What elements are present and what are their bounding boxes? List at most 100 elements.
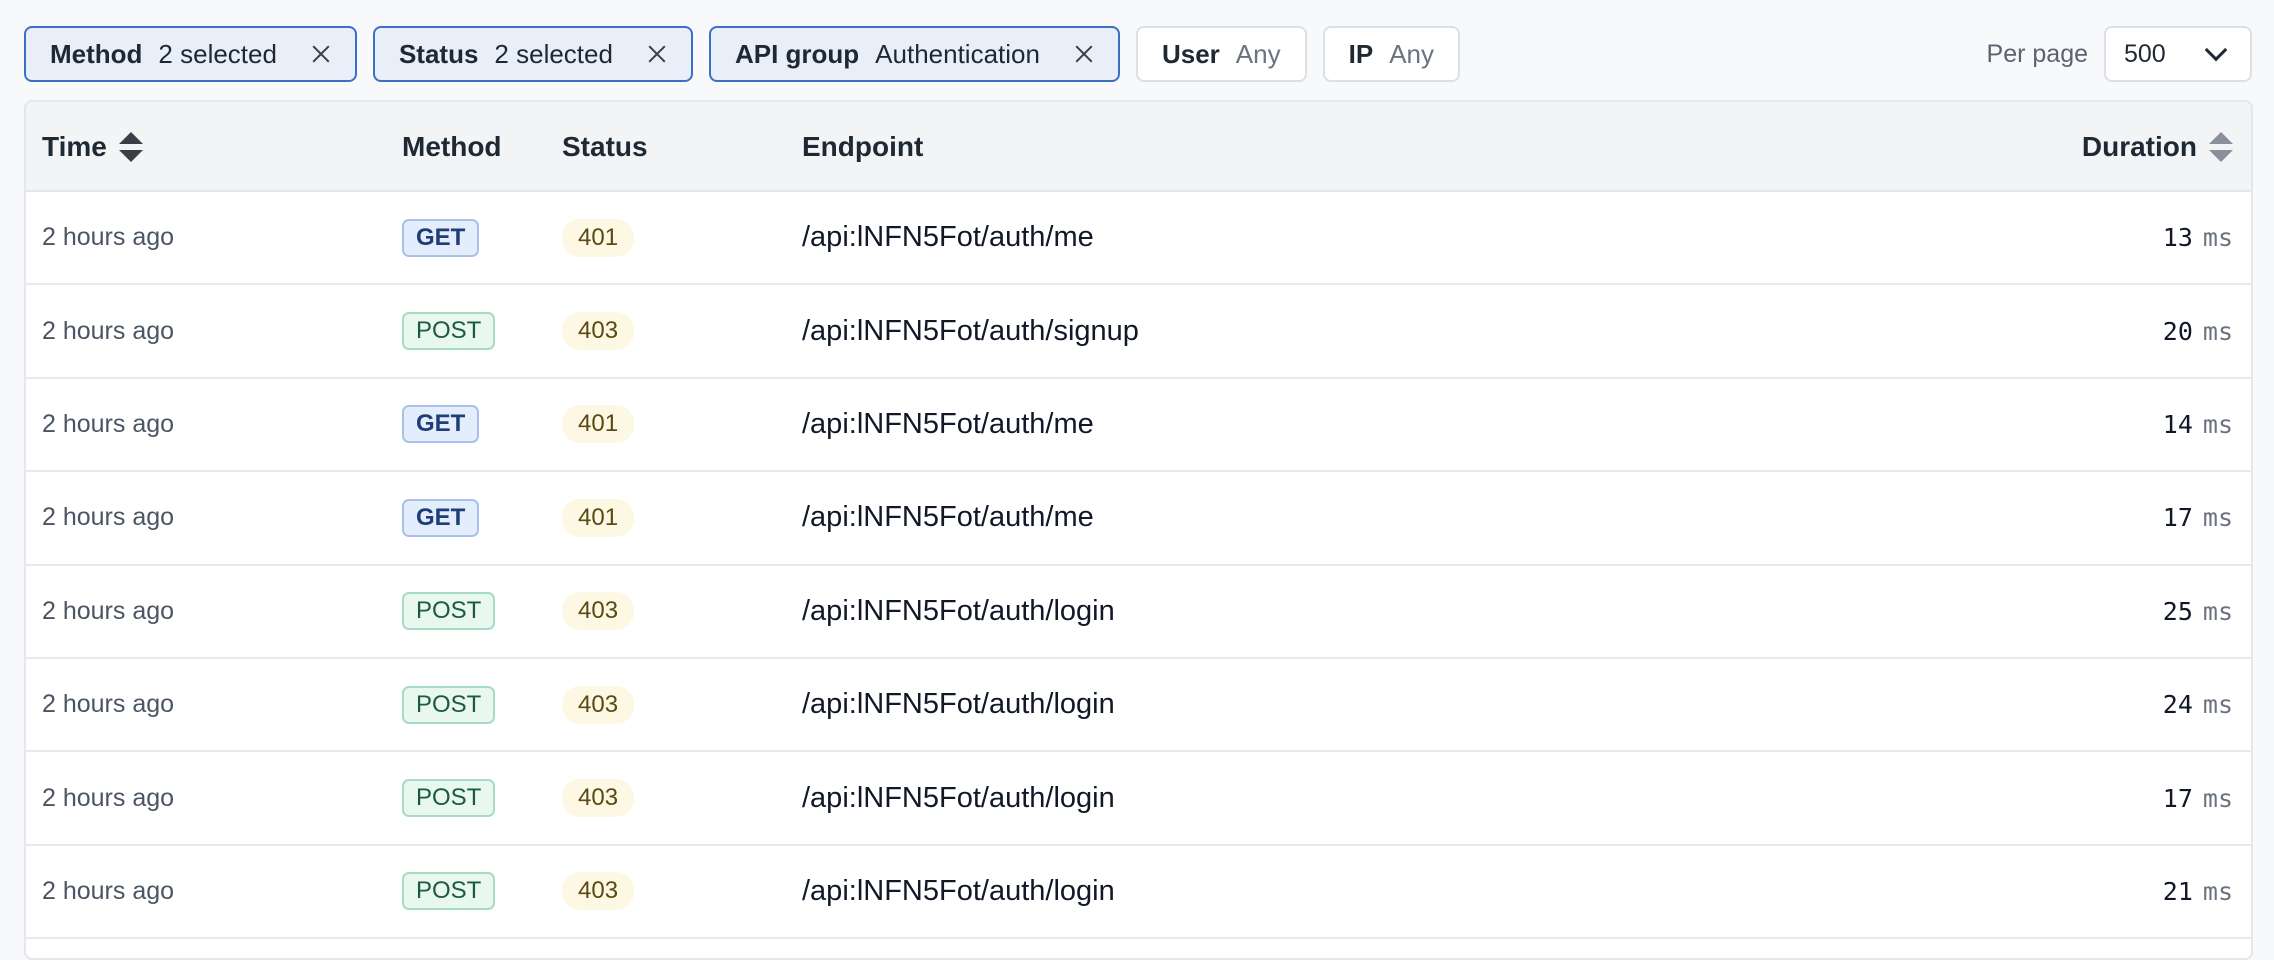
status-badge: 401 xyxy=(562,218,635,257)
per-page-select[interactable]: 500 xyxy=(2104,26,2252,82)
method-badge: POST xyxy=(402,872,496,911)
duration-unit: ms xyxy=(2202,783,2233,813)
filter-chip-ip[interactable]: IP Any xyxy=(1322,26,1460,82)
cell-method: POST xyxy=(402,659,496,750)
table-body: 2 hours ago GET 401/api:lNFN5Fot/auth/me 13… xyxy=(26,192,2251,940)
table-row[interactable]: 2 hours ago POST 403/api:lNFN5Fot/auth/log… xyxy=(26,752,2251,846)
cell-time: 2 hours ago xyxy=(42,409,175,438)
filter-chip-label: API group xyxy=(734,38,860,69)
cell-duration: 21 ms xyxy=(2163,846,2233,937)
column-header-label: Time xyxy=(42,131,107,162)
method-badge: GET xyxy=(402,218,480,257)
cell-time: 2 hours ago xyxy=(42,783,175,812)
filter-chip-method[interactable]: Method 2 selected xyxy=(24,26,357,82)
table-row[interactable]: 2 hours ago POST 403/api:lNFN5Fot/auth/log… xyxy=(26,658,2251,753)
duration-unit: ms xyxy=(2202,503,2233,533)
filter-chip-label: Status xyxy=(398,38,479,69)
column-header-label: Endpoint xyxy=(802,131,924,162)
table-row[interactable]: 2 hours ago GET 401/api:lNFN5Fot/auth/me 14… xyxy=(26,378,2251,473)
column-header-duration[interactable]: Duration xyxy=(2082,102,2233,192)
cell-status: 403 xyxy=(562,566,635,657)
status-badge: 403 xyxy=(562,872,635,911)
duration-unit: ms xyxy=(2202,876,2233,906)
method-badge: GET xyxy=(402,498,480,537)
filter-chip-value: 2 selected xyxy=(494,38,613,69)
cell-time: 2 hours ago xyxy=(42,503,175,532)
filter-chip-value: Any xyxy=(1235,38,1281,69)
cell-time: 2 hours ago xyxy=(42,690,175,719)
close-icon[interactable] xyxy=(311,44,331,64)
cell-time: 2 hours ago xyxy=(42,316,175,345)
cell-status: 401 xyxy=(562,192,635,283)
column-header-time[interactable]: Time xyxy=(42,102,143,192)
cell-status: 401 xyxy=(562,379,635,470)
method-badge: POST xyxy=(402,685,496,724)
status-badge: 401 xyxy=(562,498,635,537)
cell-duration: 14 ms xyxy=(2163,379,2233,470)
table-row[interactable]: 2 hours ago POST 403/api:lNFN5Fot/auth/log… xyxy=(26,845,2251,940)
cell-endpoint: /api:lNFN5Fot/auth/login xyxy=(802,781,1115,814)
column-header-label: Status xyxy=(562,131,648,162)
duration-unit: ms xyxy=(2202,690,2233,720)
cell-method: POST xyxy=(402,566,496,657)
cell-status: 403 xyxy=(562,285,635,376)
duration-value: 24 xyxy=(2162,690,2193,720)
filter-chip-user[interactable]: User Any xyxy=(1135,26,1307,82)
column-header-status: Status xyxy=(562,102,648,192)
cell-time: 2 hours ago xyxy=(42,876,175,905)
cell-endpoint: /api:lNFN5Fot/auth/me xyxy=(802,501,1094,534)
status-badge: 401 xyxy=(562,405,635,444)
method-badge: POST xyxy=(402,779,496,818)
cell-duration: 17 ms xyxy=(2163,752,2233,843)
method-badge: POST xyxy=(402,312,496,351)
cell-time: 2 hours ago xyxy=(42,596,175,625)
filter-toolbar: Method 2 selected Status 2 selected API … xyxy=(24,26,2252,82)
column-header-label: Duration xyxy=(2081,131,2197,162)
filter-chip-label: Method xyxy=(50,38,143,69)
chevron-down-icon xyxy=(2204,38,2228,62)
cell-status: 403 xyxy=(562,752,635,843)
duration-value: 21 xyxy=(2162,876,2193,906)
cell-status: 403 xyxy=(562,846,635,937)
duration-value: 13 xyxy=(2162,223,2193,253)
cell-duration: 17 ms xyxy=(2163,472,2233,563)
cell-endpoint: /api:lNFN5Fot/auth/me xyxy=(802,221,1094,254)
table-row[interactable]: 2 hours ago POST 403/api:lNFN5Fot/auth/sig… xyxy=(26,285,2251,379)
status-badge: 403 xyxy=(562,779,635,818)
filter-chip-value: 2 selected xyxy=(158,38,277,69)
duration-value: 17 xyxy=(2162,783,2193,813)
duration-value: 17 xyxy=(2162,503,2193,533)
status-badge: 403 xyxy=(562,312,635,351)
close-icon[interactable] xyxy=(1074,44,1094,64)
filter-chip-api-group[interactable]: API group Authentication xyxy=(708,26,1120,82)
cell-duration: 24 ms xyxy=(2163,659,2233,750)
sort-icon[interactable] xyxy=(118,132,143,162)
cell-method: POST xyxy=(402,285,496,376)
sort-icon[interactable] xyxy=(2209,132,2233,162)
per-page-label: Per page xyxy=(1986,39,2088,68)
duration-unit: ms xyxy=(2202,596,2233,626)
table-row[interactable]: 2 hours ago GET 401/api:lNFN5Fot/auth/me 17… xyxy=(26,472,2251,566)
cell-duration: 25 ms xyxy=(2163,566,2233,657)
close-icon[interactable] xyxy=(647,44,667,64)
cell-endpoint: /api:lNFN5Fot/auth/me xyxy=(802,407,1094,440)
per-page-value: 500 xyxy=(2124,39,2166,68)
duration-value: 25 xyxy=(2162,596,2193,626)
cell-method: GET xyxy=(402,472,480,563)
cell-endpoint: /api:lNFN5Fot/auth/login xyxy=(802,688,1115,721)
cell-method: POST xyxy=(402,752,496,843)
duration-value: 20 xyxy=(2162,316,2193,346)
duration-value: 14 xyxy=(2162,409,2193,439)
cell-endpoint: /api:lNFN5Fot/auth/login xyxy=(802,594,1115,627)
duration-unit: ms xyxy=(2202,316,2233,346)
cell-duration: 13 ms xyxy=(2163,192,2233,283)
table-row[interactable]: 2 hours ago GET 401/api:lNFN5Fot/auth/me 13… xyxy=(26,192,2251,286)
cell-time: 2 hours ago xyxy=(42,223,175,252)
status-badge: 403 xyxy=(562,685,635,724)
filter-chip-label: IP xyxy=(1348,38,1374,69)
filter-chip-status[interactable]: Status 2 selected xyxy=(372,26,693,82)
method-badge: POST xyxy=(402,592,496,631)
filter-chip-value: Any xyxy=(1389,38,1434,69)
cell-method: GET xyxy=(402,379,480,470)
table-row[interactable]: 2 hours ago POST 403/api:lNFN5Fot/auth/log… xyxy=(26,565,2251,659)
